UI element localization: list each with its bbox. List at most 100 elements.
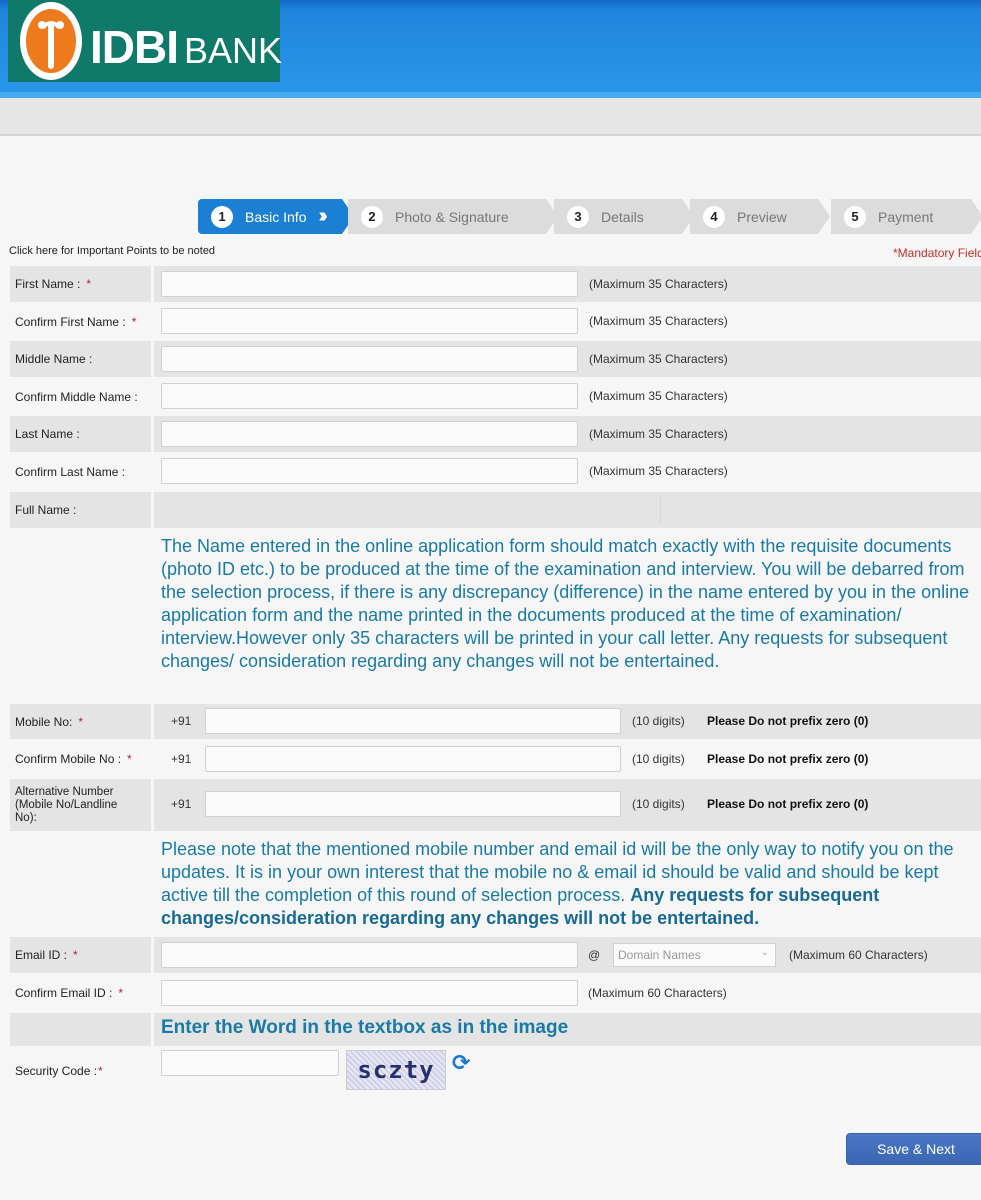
no-zero-note: Please Do not prefix zero (0) [707, 797, 869, 811]
site-header: IDBI BANK [0, 0, 981, 98]
required-asterisk: * [73, 948, 78, 962]
confirm-first-name-row: Confirm First Name : * (Maximum 35 Charac… [10, 303, 981, 340]
required-asterisk: * [78, 714, 84, 729]
logo-text: IDBI BANK [90, 20, 282, 74]
max-chars-hint: (Maximum 35 Characters) [589, 389, 728, 403]
mandatory-fields-note: *Mandatory Fields [893, 246, 981, 260]
email-row: Email ID : * @ Domain Names ⌄ (Maximum 60… [10, 937, 981, 973]
step-label: Preview [737, 208, 787, 225]
step-label: Basic Info [245, 208, 307, 225]
step-number: 1 [211, 205, 233, 228]
required-asterisk: * [118, 986, 124, 1000]
max-chars-hint: (Maximum 35 Characters) [589, 314, 728, 328]
step-label: Payment [878, 208, 934, 225]
max-chars-hint: (Maximum 35 Characters) [589, 464, 728, 478]
field-label: Full Name : [10, 492, 154, 528]
full-name-row: Full Name : [10, 492, 981, 528]
step-preview[interactable]: 4 Preview [690, 199, 830, 234]
field-label: Last Name : [10, 416, 154, 452]
confirm-mobile-row: Confirm Mobile No : * +91 (10 digits) Ple… [10, 740, 981, 778]
alternative-number-input[interactable] [205, 791, 621, 817]
field-label: Confirm Mobile No : * [15, 752, 132, 766]
last-name-input[interactable] [161, 421, 578, 447]
step-basic-info[interactable]: 1 Basic Info ›› [198, 199, 354, 234]
field-label: Confirm First Name : * [15, 314, 137, 329]
important-points-link[interactable]: Click here for Important Points to be no… [9, 245, 215, 257]
brand-primary: IDBI [90, 21, 179, 73]
security-code-input[interactable] [161, 1050, 339, 1076]
field-label: Email ID : * [10, 937, 154, 973]
field-label: Middle Name : [10, 341, 154, 377]
progress-steps: 1 Basic Info ›› 2 Photo & Signature 3 De… [198, 199, 981, 234]
step-details[interactable]: 3 Details [554, 199, 694, 234]
middle-name-input[interactable] [161, 346, 578, 372]
confirm-last-name-input[interactable] [161, 458, 578, 484]
country-code-prefix: +91 [171, 714, 192, 728]
step-number: 5 [844, 205, 866, 228]
field-label: First Name : * [10, 266, 154, 302]
field-label: Alternative Number (Mobile No/Landline N… [10, 779, 154, 831]
domain-select[interactable]: Domain Names ⌄ [613, 943, 776, 967]
save-next-button[interactable]: Save & Next [846, 1133, 981, 1165]
mobile-row: Mobile No: * +91 (10 digits) Please Do no… [10, 704, 981, 739]
confirm-middle-name-row: Confirm Middle Name : (Maximum 35 Charac… [10, 378, 981, 415]
first-name-input[interactable] [161, 271, 578, 297]
confirm-first-name-input[interactable] [161, 308, 578, 334]
required-asterisk: * [98, 1064, 103, 1078]
max-chars-hint: (Maximum 35 Characters) [589, 277, 728, 291]
step-number: 3 [567, 205, 589, 228]
email-input[interactable] [161, 942, 578, 968]
confirm-last-name-row: Confirm Last Name : (Maximum 35 Characte… [10, 453, 981, 490]
refresh-icon[interactable]: ⟳ [452, 1052, 474, 1074]
step-photo-signature[interactable]: 2 Photo & Signature [348, 199, 558, 234]
double-chevron-right-icon: ›› [318, 205, 328, 227]
step-label: Details [601, 208, 644, 225]
logo-emblem-icon [20, 2, 82, 80]
max-chars-hint: (Maximum 35 Characters) [589, 352, 728, 366]
confirm-email-row: Confirm Email ID : * (Maximum 60 Characte… [10, 974, 981, 1012]
field-label: Confirm Last Name : [15, 464, 126, 479]
field-label: Mobile No: * [10, 704, 154, 739]
digits-hint: (10 digits) [632, 714, 685, 728]
required-asterisk: * [131, 314, 137, 329]
navigation-subbar [0, 98, 981, 136]
alternative-number-row: Alternative Number (Mobile No/Landline N… [10, 779, 981, 831]
no-zero-note: Please Do not prefix zero (0) [707, 714, 869, 728]
digits-hint: (10 digits) [632, 797, 685, 811]
confirm-mobile-input[interactable] [205, 746, 621, 772]
domain-placeholder: Domain Names [618, 948, 701, 962]
no-zero-note: Please Do not prefix zero (0) [707, 752, 869, 766]
captcha-text: sczty [357, 1056, 435, 1084]
country-code-prefix: +91 [171, 752, 192, 766]
at-symbol: @ [588, 948, 601, 962]
mobile-input[interactable] [205, 708, 621, 734]
captcha-instruction: Enter the Word in the textbox as in the … [161, 1017, 569, 1038]
confirm-email-input[interactable] [161, 980, 578, 1006]
first-name-row: First Name : * (Maximum 35 Characters) [10, 266, 981, 302]
max-chars-hint: (Maximum 60 Characters) [789, 948, 928, 962]
field-label: Security Code : * [15, 1064, 103, 1078]
required-asterisk: * [86, 277, 92, 291]
required-asterisk: * [127, 752, 132, 766]
max-chars-hint: (Maximum 60 Characters) [588, 986, 727, 1000]
chevron-down-icon: ⌄ [760, 947, 769, 958]
step-number: 4 [703, 205, 725, 228]
confirm-middle-name-input[interactable] [161, 383, 578, 409]
field-label: Confirm Email ID : * [15, 986, 124, 1000]
captcha-image: sczty [346, 1050, 446, 1090]
step-payment[interactable]: 5 Payment [831, 199, 981, 234]
idbi-logo[interactable]: IDBI BANK [8, 0, 282, 82]
step-number: 2 [361, 205, 383, 228]
step-label: Photo & Signature [395, 208, 509, 225]
country-code-prefix: +91 [171, 797, 192, 811]
last-name-row: Last Name : (Maximum 35 Characters) [10, 416, 981, 452]
digits-hint: (10 digits) [632, 752, 685, 766]
contact-notice: Please note that the mentioned mobile nu… [161, 839, 954, 928]
full-name-value [161, 496, 661, 524]
name-notice: The Name entered in the online applicati… [161, 536, 970, 671]
max-chars-hint: (Maximum 35 Characters) [589, 427, 728, 441]
security-code-row: Security Code : * [10, 1048, 981, 1094]
empty-label-cell [10, 1013, 154, 1046]
field-label: Confirm Middle Name : [15, 389, 138, 404]
middle-name-row: Middle Name : (Maximum 35 Characters) [10, 341, 981, 377]
